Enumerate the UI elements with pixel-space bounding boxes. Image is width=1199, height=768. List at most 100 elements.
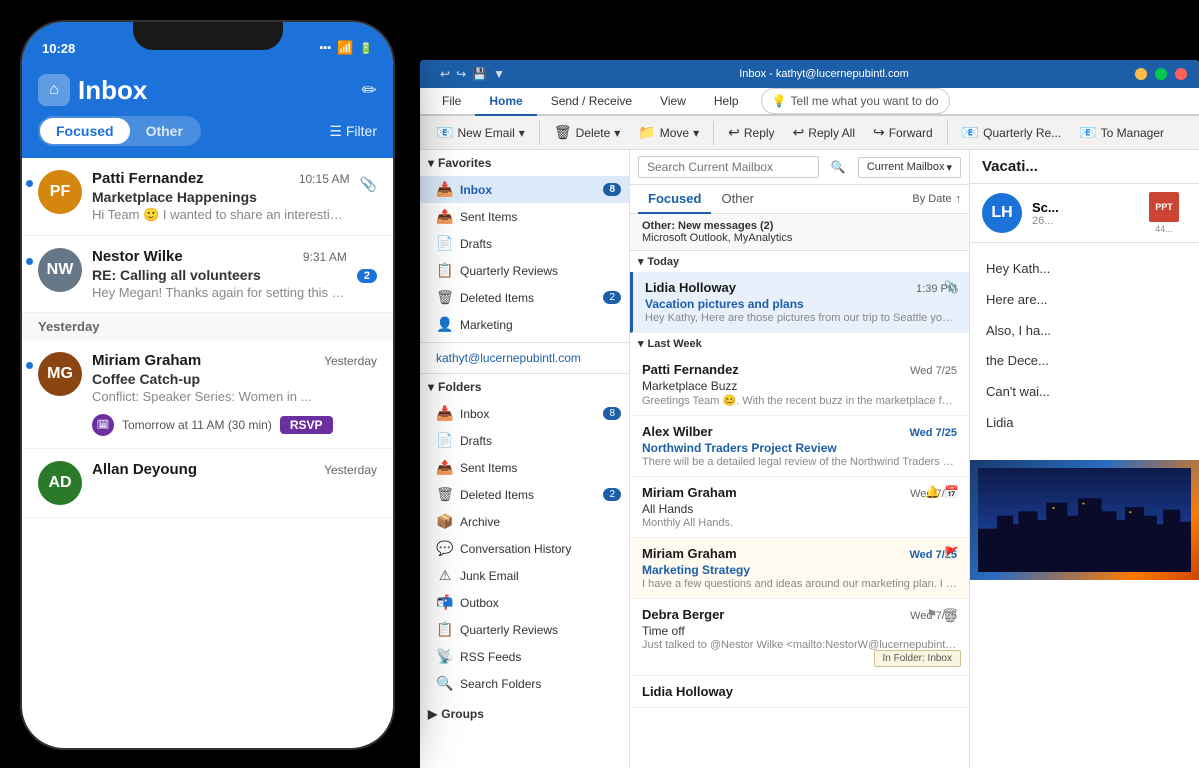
sidebar-folder-junk[interactable]: ⚠ Junk Email — [420, 562, 629, 589]
email-sender: Lidia Holloway — [645, 280, 736, 295]
tell-me-input[interactable]: 💡 Tell me what you want to do — [761, 88, 950, 114]
sidebar-folder-search[interactable]: 🔍 Search Folders — [420, 670, 629, 697]
favorites-label: Favorites — [438, 156, 491, 170]
folder-inbox-label: Inbox — [460, 407, 489, 421]
email-sender: Lidia Holloway — [642, 684, 733, 699]
reply-button[interactable]: ↩ Reply — [720, 120, 782, 145]
to-manager-button[interactable]: 📧 To Manager — [1071, 120, 1172, 145]
attachment-size: 44... — [1155, 224, 1173, 234]
folder-sent-label: Sent Items — [460, 461, 517, 475]
sidebar-folder-inbox[interactable]: 📥 Inbox 8 — [420, 400, 629, 427]
sidebar-item-marketing[interactable]: 👤 Marketing — [420, 311, 629, 338]
email-item-lidia[interactable]: 📎 Lidia Holloway 1:39 PM Vacation pictur… — [630, 272, 969, 333]
current-mailbox-button[interactable]: Current Mailbox ▾ — [858, 157, 961, 178]
sidebar-item-sent[interactable]: 📤 Sent Items — [420, 203, 629, 230]
sidebar-folder-rss[interactable]: 📡 RSS Feeds — [420, 643, 629, 670]
qa-forward-arrow[interactable]: ↪ — [456, 67, 466, 81]
sidebar-folder-quarterly[interactable]: 📋 Quarterly Reviews — [420, 616, 629, 643]
move-button[interactable]: 📁 Move ▾ — [630, 120, 707, 145]
in-folder-tooltip: In Folder: Inbox — [874, 650, 961, 667]
avatar-patti: PF — [38, 170, 82, 214]
new-email-button[interactable]: 📧 New Email ▾ — [428, 120, 533, 145]
search-input[interactable] — [638, 156, 819, 178]
sidebar-item-quarterly[interactable]: 📋 Quarterly Reviews — [420, 257, 629, 284]
forward-button[interactable]: ↪ Forward — [865, 120, 941, 145]
reading-sender-info: Sc... 26... — [1032, 200, 1139, 227]
reply-all-button[interactable]: ↩ Reply All — [785, 120, 863, 145]
filter-icon: ☰ — [329, 123, 342, 140]
tab-send-receive[interactable]: Send / Receive — [537, 88, 646, 116]
tab-file[interactable]: File — [428, 88, 475, 116]
sender-name: Miriam Graham — [92, 352, 201, 369]
sent-icon: 📤 — [436, 208, 454, 225]
tab-other[interactable]: Other — [711, 185, 764, 214]
forward-label: Forward — [889, 126, 933, 140]
reading-greeting: Hey Kath... — [986, 259, 1183, 280]
delete-button[interactable]: 🗑 Delete ▾ — [546, 120, 629, 145]
email-item-patti[interactable]: Patti Fernandez Wed 7/25 Marketplace Buz… — [630, 354, 969, 416]
today-chevron: ▾ — [638, 255, 644, 268]
quarterly-icon: 📋 — [436, 262, 454, 279]
phone-email-item[interactable]: MG Miriam Graham Yesterday Coffee Catch-… — [22, 340, 393, 449]
phone-tab-focused[interactable]: Focused — [40, 118, 130, 144]
sidebar-item-inbox[interactable]: 📥 Inbox 8 — [420, 176, 629, 203]
phone-filter-button[interactable]: ☰ Filter — [329, 123, 377, 140]
conv-icon: 💬 — [436, 540, 454, 557]
flag-icon: 🚩 — [944, 546, 959, 560]
email-item-miriam-marketing[interactable]: 🚩 Miriam Graham Wed 7/25 Marketing Strat… — [630, 538, 969, 599]
minimize-btn[interactable] — [1135, 68, 1147, 80]
outlook-ribbon-tabs: File Home Send / Receive View Help 💡 Tel… — [420, 88, 1199, 116]
sidebar-item-drafts[interactable]: 📄 Drafts — [420, 230, 629, 257]
email-content: Patti Fernandez 10:15 AM Marketplace Hap… — [92, 170, 350, 223]
sidebar-folder-archive[interactable]: 📦 Archive — [420, 508, 629, 535]
maximize-btn[interactable] — [1155, 68, 1167, 80]
email-item-miriam-allhands[interactable]: 🔔 📅 Miriam Graham Wed 7/25 All Hands Mon… — [630, 477, 969, 538]
favorites-header[interactable]: ▾ Favorites — [420, 150, 629, 176]
tab-focused[interactable]: Focused — [638, 185, 711, 214]
sidebar-folder-conv-history[interactable]: 💬 Conversation History — [420, 535, 629, 562]
delete-dropdown[interactable]: ▾ — [614, 126, 620, 140]
edit-icon[interactable]: ✏ — [362, 80, 377, 101]
phone-email-item[interactable]: PF Patti Fernandez 10:15 AM Marketplace … — [22, 158, 393, 236]
tab-home[interactable]: Home — [475, 88, 536, 116]
groups-header[interactable]: ▶ Groups — [420, 701, 629, 727]
reply-all-icon: ↩ — [793, 124, 805, 141]
deleted-badge: 2 — [603, 291, 621, 304]
email-item-debra[interactable]: ⚑ 🗑 Debra Berger Wed 7/25 Time off Just … — [630, 599, 969, 676]
notification-bar[interactable]: Other: New messages (2) Microsoft Outloo… — [630, 214, 969, 251]
city-image — [970, 460, 1199, 580]
reading-line2: Also, I ha... — [986, 321, 1183, 342]
phone-email-item[interactable]: NW Nestor Wilke 9:31 AM RE: Calling all … — [22, 236, 393, 313]
sidebar-folder-outbox[interactable]: 📬 Outbox — [420, 589, 629, 616]
sidebar-folder-drafts[interactable]: 📄 Drafts — [420, 427, 629, 454]
email-item-lidia-bottom[interactable]: Lidia Holloway — [630, 676, 969, 708]
new-email-dropdown[interactable]: ▾ — [519, 126, 525, 140]
separator — [947, 121, 948, 145]
folders-header[interactable]: ▾ Folders — [420, 374, 629, 400]
close-btn[interactable] — [1175, 68, 1187, 80]
folder-outbox-label: Outbox — [460, 596, 499, 610]
reading-sender-name: Sc... — [1032, 200, 1139, 215]
unread-dot — [26, 180, 33, 187]
rsvp-avatar: 🗓 — [92, 414, 114, 436]
sidebar-item-deleted[interactable]: 🗑 Deleted Items 2 — [420, 284, 629, 311]
folder-quarterly-label: Quarterly Reviews — [460, 623, 558, 637]
qa-save[interactable]: 💾 — [472, 67, 487, 81]
qa-back[interactable]: ↩ — [440, 67, 450, 81]
lightbulb-icon: 💡 — [772, 94, 787, 108]
tab-help[interactable]: Help — [700, 88, 753, 116]
sort-control[interactable]: By Date ↑ — [912, 193, 961, 205]
today-label: Today — [648, 256, 680, 268]
rsvp-button[interactable]: RSVP — [280, 416, 333, 434]
sidebar-folder-deleted[interactable]: 🗑 Deleted Items 2 — [420, 481, 629, 508]
move-dropdown[interactable]: ▾ — [693, 126, 699, 140]
sidebar-folder-sent[interactable]: 📤 Sent Items — [420, 454, 629, 481]
email-item-alex[interactable]: Alex Wilber Wed 7/25 Northwind Traders P… — [630, 416, 969, 477]
search-icon[interactable]: 🔍 — [825, 157, 852, 177]
phone-email-item[interactable]: AD Allan Deyoung Yesterday — [22, 449, 393, 518]
phone-tabs: Focused Other — [38, 116, 201, 146]
quarterly-re-button[interactable]: 📧 Quarterly Re... — [954, 120, 1069, 145]
tab-view[interactable]: View — [646, 88, 700, 116]
phone-tab-other[interactable]: Other — [130, 118, 199, 144]
qa-dropdown[interactable]: ▼ — [493, 67, 505, 81]
